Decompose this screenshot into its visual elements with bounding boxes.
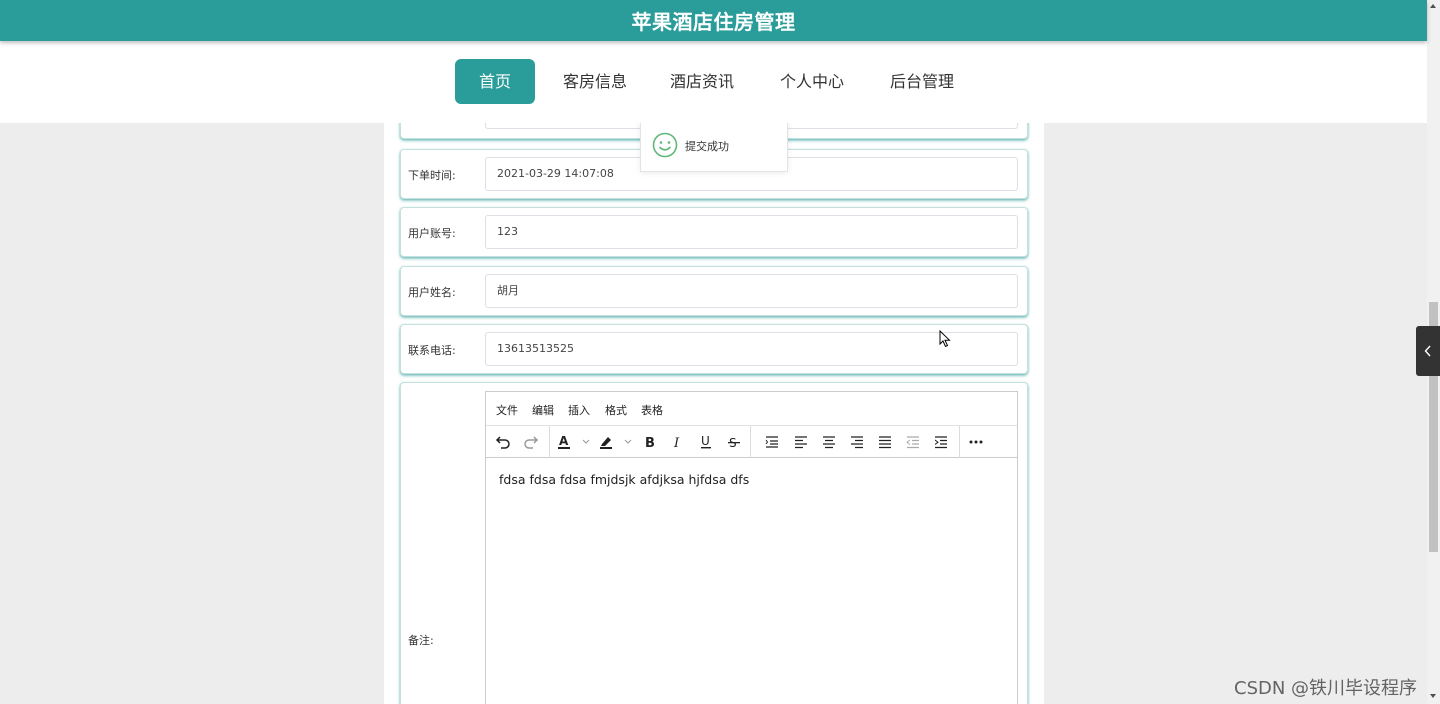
menu-table[interactable]: 表格 [641, 402, 663, 418]
name-input[interactable]: 胡月 [485, 274, 1018, 308]
form-field-remark: 备注: 文件 编辑 插入 格式 表格 A B I U fdsa fdsa fds… [400, 382, 1028, 704]
align-right-icon[interactable] [845, 430, 869, 454]
watermark-text: CSDN @铁川毕设程序 [1234, 678, 1418, 699]
strikethrough-icon[interactable]: S [722, 430, 746, 454]
svg-text:U: U [701, 434, 710, 448]
side-panel-toggle[interactable] [1416, 326, 1440, 376]
nav-item-home[interactable]: 首页 [455, 59, 535, 104]
highlight-icon[interactable] [596, 430, 634, 454]
account-input[interactable]: 123 [485, 215, 1018, 249]
indent-icon[interactable] [929, 430, 953, 454]
italic-icon[interactable]: I [666, 430, 690, 454]
outdent-icon[interactable] [901, 430, 925, 454]
svg-text:A: A [559, 434, 569, 448]
account-label: 用户账号: [408, 227, 456, 240]
line-height-icon[interactable] [760, 430, 784, 454]
nav-item-rooms[interactable]: 客房信息 [555, 59, 635, 104]
nav-item-news[interactable]: 酒店资讯 [662, 59, 742, 104]
bold-icon[interactable]: B [638, 430, 662, 454]
align-left-icon[interactable] [789, 430, 813, 454]
mouse-cursor-icon [939, 329, 951, 352]
scroll-down-icon[interactable] [1430, 694, 1436, 698]
form-field-account: 用户账号: 123 [400, 207, 1028, 257]
align-center-icon[interactable] [817, 430, 841, 454]
svg-text:I: I [673, 436, 680, 450]
menu-edit[interactable]: 编辑 [532, 402, 554, 418]
editor-toolbar: A B I U S [486, 426, 1017, 458]
svg-text:B: B [645, 436, 655, 450]
name-label: 用户姓名: [408, 286, 456, 299]
toolbar-separator [750, 426, 751, 458]
text-color-icon[interactable]: A [554, 430, 592, 454]
main-nav: 首页 客房信息 酒店资讯 个人中心 后台管理 [0, 41, 1427, 123]
chevron-left-icon [1423, 342, 1433, 361]
form-field-phone: 联系电话: 13613513525 [400, 324, 1028, 374]
menu-format[interactable]: 格式 [605, 402, 627, 418]
site-title: 苹果酒店住房管理 [631, 10, 796, 34]
undo-icon[interactable] [491, 430, 515, 454]
align-justify-icon[interactable] [873, 430, 897, 454]
nav-item-admin[interactable]: 后台管理 [882, 59, 962, 104]
editor-menubar: 文件 编辑 插入 格式 表格 [486, 392, 1017, 426]
editor-content[interactable]: fdsa fdsa fdsa fmjdsjk afdjksa hjfdsa df… [499, 472, 1007, 487]
rich-text-editor: 文件 编辑 插入 格式 表格 A B I U fdsa fdsa fdsa fm… [485, 391, 1018, 704]
success-toast: 提交成功 [640, 118, 788, 172]
menu-file[interactable]: 文件 [496, 402, 518, 418]
scroll-up-icon[interactable] [1430, 4, 1436, 8]
smile-icon [652, 132, 678, 162]
remark-label: 备注: [408, 634, 434, 647]
order-time-label: 下单时间: [408, 169, 456, 182]
menu-insert[interactable]: 插入 [568, 402, 590, 418]
toolbar-separator [549, 426, 550, 458]
more-icon[interactable] [964, 430, 988, 454]
redo-icon[interactable] [519, 430, 543, 454]
top-header: 苹果酒店住房管理 [0, 0, 1427, 41]
toast-message: 提交成功 [685, 140, 729, 153]
form-field-name: 用户姓名: 胡月 [400, 266, 1028, 316]
toolbar-separator [959, 426, 960, 458]
nav-item-profile[interactable]: 个人中心 [772, 59, 852, 104]
phone-label: 联系电话: [408, 344, 456, 357]
underline-icon[interactable]: U [694, 430, 718, 454]
